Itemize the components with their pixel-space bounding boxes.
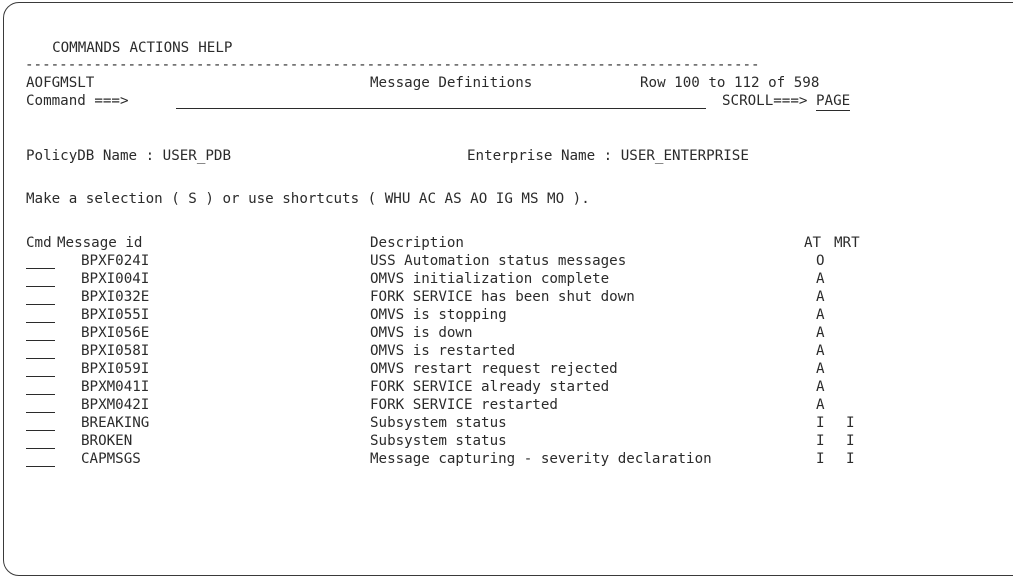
automation-type: A: [816, 307, 825, 323]
message-id: BPXM041I: [81, 379, 150, 395]
message-id: BPXM042I: [81, 397, 150, 413]
message-description: OMVS restart request rejected: [370, 361, 618, 377]
message-description: OMVS is down: [370, 325, 473, 341]
message-description: FORK SERVICE restarted: [370, 397, 558, 413]
message-description: Subsystem status: [370, 433, 507, 449]
row-select-field[interactable]: [26, 286, 55, 287]
row-select-field[interactable]: [26, 466, 55, 467]
mrt-value: I: [846, 451, 855, 467]
row-select-field[interactable]: [26, 340, 55, 341]
message-id: CAPMSGS: [81, 451, 141, 467]
scroll-amount-field[interactable]: PAGE: [816, 92, 851, 111]
message-description: FORK SERVICE has been shut down: [370, 289, 635, 305]
automation-type: A: [816, 325, 825, 341]
message-description: OMVS is restarted: [370, 343, 516, 359]
instruction-text: Make a selection ( S ) or use shortcuts …: [26, 191, 590, 207]
message-id: BPXF024I: [81, 253, 150, 269]
message-description: FORK SERVICE already started: [370, 379, 610, 395]
row-select-field[interactable]: [26, 268, 55, 269]
automation-type: A: [816, 289, 825, 305]
col-header-mrt: MRT: [834, 235, 860, 251]
automation-type: I: [816, 415, 825, 431]
mrt-value: I: [846, 433, 855, 449]
row-select-field[interactable]: [26, 358, 55, 359]
row-select-field[interactable]: [26, 430, 55, 431]
row-select-field[interactable]: [26, 304, 55, 305]
menu-actions[interactable]: ACTIONS: [129, 40, 189, 56]
message-id: BPXI004I: [81, 271, 150, 287]
menu-bar: COMMANDS ACTIONS HELP: [35, 21, 241, 57]
message-description: OMVS is stopping: [370, 307, 507, 323]
command-label: Command ===>: [26, 93, 129, 109]
col-header-description: Description: [370, 235, 464, 251]
message-id: BPXI056E: [81, 325, 150, 341]
command-input[interactable]: [178, 92, 704, 108]
row-select-field[interactable]: [26, 322, 55, 323]
col-header-at: AT: [804, 235, 822, 251]
message-id: BPXI058I: [81, 343, 150, 359]
message-description: OMVS initialization complete: [370, 271, 610, 287]
automation-type: I: [816, 433, 825, 449]
policydb-name: PolicyDB Name : USER_PDB: [26, 148, 231, 164]
message-description: Subsystem status: [370, 415, 507, 431]
menu-divider: ----------------------------------------…: [25, 57, 760, 73]
page-title: Message Definitions: [370, 75, 533, 91]
automation-type: O: [816, 253, 825, 269]
col-header-cmd: Cmd: [26, 235, 52, 251]
scroll-label: SCROLL===>: [722, 93, 808, 109]
row-select-field[interactable]: [26, 376, 55, 377]
message-id: BROKEN: [81, 433, 133, 449]
message-id: BPXI059I: [81, 361, 150, 377]
panel-id: AOFGMSLT: [26, 75, 95, 91]
row-select-field[interactable]: [26, 412, 55, 413]
row-info: Row 100 to 112 of 598: [640, 75, 820, 91]
menu-commands[interactable]: COMMANDS: [52, 40, 120, 56]
automation-type: A: [816, 397, 825, 413]
message-id: BPXI032E: [81, 289, 150, 305]
automation-type: I: [816, 451, 825, 467]
menu-help[interactable]: HELP: [198, 40, 232, 56]
automation-type: A: [816, 379, 825, 395]
message-description: Message capturing - severity declaration: [370, 451, 712, 467]
col-header-message-id: Message id: [57, 235, 143, 251]
mrt-value: I: [846, 415, 855, 431]
enterprise-name: Enterprise Name : USER_ENTERPRISE: [467, 148, 749, 164]
automation-type: A: [816, 343, 825, 359]
message-description: USS Automation status messages: [370, 253, 627, 269]
row-select-field[interactable]: [26, 394, 55, 395]
message-id: BPXI055I: [81, 307, 150, 323]
automation-type: A: [816, 361, 825, 377]
automation-type: A: [816, 271, 825, 287]
command-input-underline: [176, 108, 706, 109]
message-id: BREAKING: [81, 415, 150, 431]
row-select-field[interactable]: [26, 448, 55, 449]
